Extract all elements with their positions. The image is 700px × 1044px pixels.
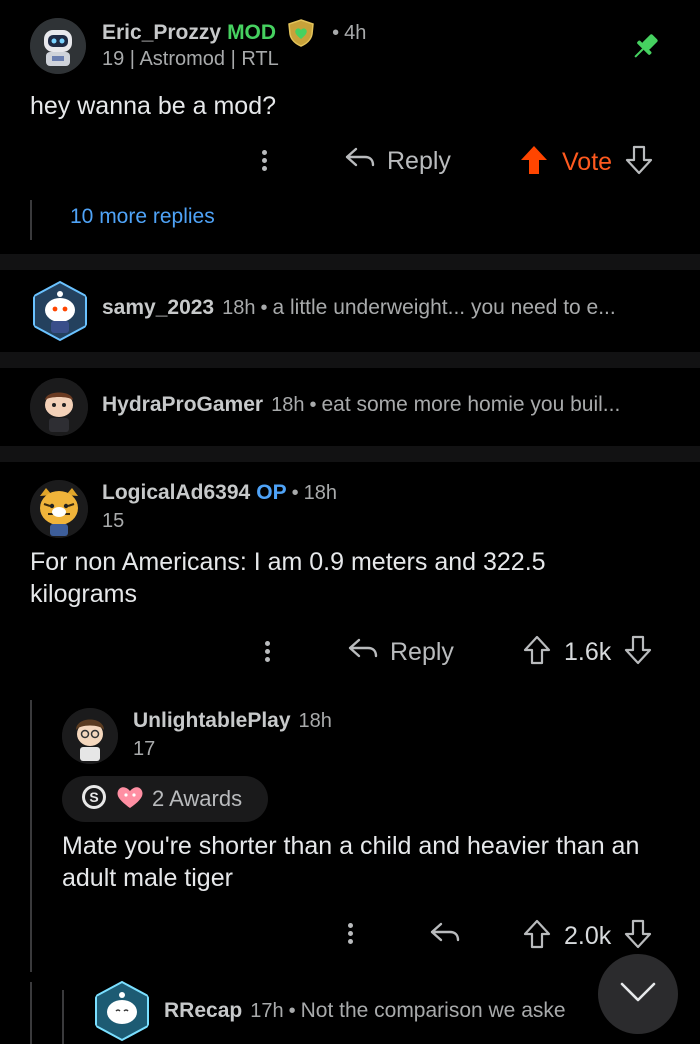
- vote-controls: 2.0k: [522, 918, 653, 955]
- username[interactable]: HydraProGamer: [102, 393, 263, 417]
- avatar[interactable]: [92, 980, 152, 1042]
- avatar[interactable]: [30, 280, 90, 342]
- reply-button[interactable]: Reply: [346, 636, 454, 669]
- avatar[interactable]: [62, 708, 118, 764]
- reply-button[interactable]: Reply: [343, 145, 451, 178]
- more-options-icon[interactable]: [265, 638, 271, 665]
- timestamp: 18h: [271, 393, 305, 416]
- reply-icon: [428, 922, 462, 950]
- comment-header: Eric_Prozzy MOD • 4h: [102, 18, 366, 48]
- reply-button[interactable]: [428, 920, 462, 951]
- more-options-icon[interactable]: [262, 147, 268, 174]
- svg-text:S: S: [89, 789, 98, 805]
- more-options-icon[interactable]: [348, 920, 354, 947]
- comment-header: LogicalAd6394 OP • 18h: [102, 481, 337, 505]
- upvote-icon[interactable]: [522, 634, 552, 671]
- username[interactable]: UnlightablePlay: [133, 709, 291, 733]
- user-flair: 17: [133, 738, 156, 760]
- downvote-icon[interactable]: [624, 144, 654, 181]
- avatar[interactable]: [30, 378, 88, 436]
- vote-score: 2.0k: [564, 922, 612, 950]
- username[interactable]: LogicalAd6394: [102, 481, 250, 505]
- awards-pill[interactable]: S 2 Awards: [62, 776, 268, 822]
- chevron-down-icon: [618, 980, 658, 1009]
- upvote-icon[interactable]: [522, 918, 552, 955]
- thread-line: [30, 200, 32, 240]
- avatar[interactable]: [30, 18, 86, 74]
- timestamp: 17h: [250, 999, 284, 1022]
- downvote-icon[interactable]: [623, 634, 653, 671]
- comment-separator: [0, 352, 700, 368]
- timestamp: 18h: [298, 709, 332, 732]
- thread-line: [30, 982, 32, 1044]
- comment-body: For non Americans: I am 0.9 meters and 3…: [30, 548, 546, 608]
- pin-icon: [628, 30, 662, 69]
- timestamp: 18h: [303, 481, 337, 504]
- user-flair: 19 | Astromod | RTL: [102, 48, 279, 70]
- awards-label: 2 Awards: [152, 786, 243, 811]
- shield-heart-icon: [286, 18, 316, 48]
- timestamp: 18h: [222, 296, 256, 319]
- vote-score: 1.6k: [564, 638, 612, 666]
- reply-label: Reply: [390, 638, 454, 666]
- silver-award-icon: S: [80, 783, 108, 816]
- comment-separator: [0, 446, 700, 462]
- mod-badge: MOD: [227, 21, 277, 44]
- username[interactable]: Eric_Prozzy: [102, 21, 221, 45]
- reply-label: Reply: [387, 147, 451, 175]
- vote-controls: Vote: [518, 143, 654, 182]
- comment-separator: [0, 254, 700, 270]
- collapsed-comment[interactable]: samy_2023 18h • a little underweight... …: [88, 296, 680, 320]
- username[interactable]: RRecap: [164, 999, 242, 1023]
- reply-icon: [346, 636, 380, 669]
- vote-label: Vote: [562, 148, 613, 176]
- op-badge: OP: [256, 481, 287, 504]
- user-flair: 15: [102, 510, 125, 532]
- comment-body: Mate you're shorter than a child and hea…: [62, 832, 640, 892]
- comment-body: hey wanna be a mod?: [30, 92, 277, 120]
- thread-line: [30, 700, 32, 972]
- reply-icon: [343, 145, 377, 178]
- thread-line: [62, 990, 64, 1044]
- comment-preview: eat some more homie you buil...: [321, 393, 621, 416]
- timestamp: 4h: [344, 21, 367, 44]
- heart-award-icon: [114, 783, 146, 816]
- username[interactable]: samy_2023: [102, 296, 214, 320]
- collapsed-comment[interactable]: HydraProGamer 18h • eat some more homie …: [88, 393, 680, 417]
- avatar[interactable]: [30, 480, 88, 538]
- upvote-icon[interactable]: [518, 143, 550, 182]
- comment-header: UnlightablePlay 18h: [133, 709, 332, 733]
- vote-controls: 1.6k: [522, 634, 653, 671]
- downvote-icon[interactable]: [623, 918, 653, 955]
- scroll-down-button[interactable]: [598, 954, 678, 1034]
- more-replies-link[interactable]: 10 more replies: [70, 205, 215, 229]
- comment-preview: a little underweight... you need to e...: [272, 296, 616, 319]
- collapsed-comment[interactable]: RRecap 17h • Not the comparison we aske: [150, 999, 640, 1023]
- comment-preview: Not the comparison we aske: [300, 999, 566, 1022]
